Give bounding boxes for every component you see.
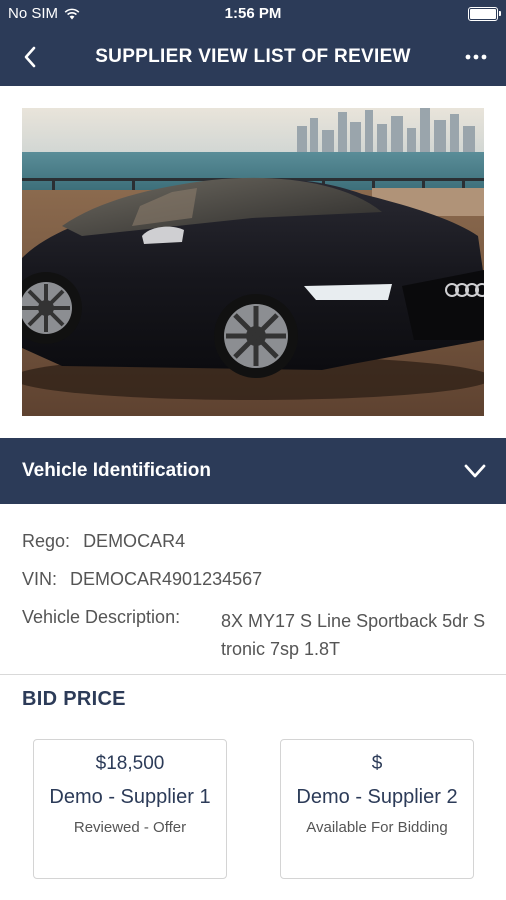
more-options-button[interactable] — [460, 41, 492, 73]
bid-status: Available For Bidding — [306, 819, 448, 836]
description-value: 8X MY17 S Line Sportback 5dr S tronic 7s… — [221, 611, 486, 659]
vin-row: VIN: DEMOCAR4901234567 — [22, 569, 262, 590]
rego-label: Rego: — [22, 531, 71, 551]
vehicle-photo — [22, 108, 484, 416]
status-time: 1:56 PM — [224, 5, 282, 22]
car-image — [22, 108, 484, 416]
more-horizontal-icon — [465, 54, 487, 60]
description-label: Vehicle Description: — [22, 607, 181, 627]
bid-amount: $18,500 — [95, 753, 165, 774]
bid-card-supplier-1[interactable]: $18,500 Demo - Supplier 1 Reviewed - Off… — [33, 739, 227, 879]
divider — [0, 674, 506, 675]
section-title: Vehicle Identification — [22, 460, 211, 481]
bid-amount: $ — [371, 753, 383, 774]
bid-card-supplier-2[interactable]: $ Demo - Supplier 2 Available For Biddin… — [280, 739, 474, 879]
nav-bar: SUPPLIER VIEW LIST OF REVIEW — [0, 28, 506, 86]
chevron-left-icon — [24, 46, 36, 68]
rego-row: Rego: DEMOCAR4 — [22, 531, 185, 552]
rego-value: DEMOCAR4 — [83, 531, 186, 551]
chevron-down-icon — [464, 464, 486, 478]
bid-supplier-name: Demo - Supplier 1 — [49, 786, 211, 808]
bid-price-heading: BID PRICE — [22, 688, 126, 710]
bid-supplier-name: Demo - Supplier 2 — [296, 786, 458, 808]
page-title: SUPPLIER VIEW LIST OF REVIEW — [95, 46, 411, 67]
vin-label: VIN: — [22, 569, 58, 589]
status-bar: No SIM 1:56 PM — [0, 0, 506, 28]
bid-status: Reviewed - Offer — [73, 819, 187, 836]
vin-value: DEMOCAR4901234567 — [70, 569, 263, 589]
vehicle-identification-header[interactable]: Vehicle Identification — [0, 438, 506, 504]
battery-icon — [468, 7, 501, 21]
back-button[interactable] — [14, 41, 46, 73]
